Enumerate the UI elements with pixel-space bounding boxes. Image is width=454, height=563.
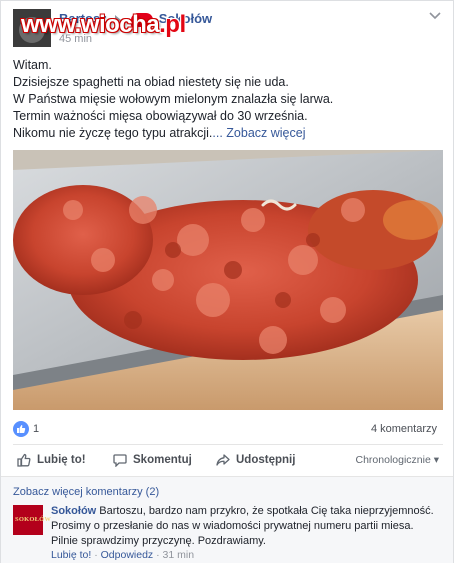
view-more-comments-link[interactable]: Zobacz więcej komentarzy (2) [13,486,159,498]
comment-message: Bartoszu, bardzo nam przykro, że spotkał… [51,505,434,547]
post-line: Witam. [13,58,52,72]
post-photo[interactable] [13,150,443,410]
post-line: W Państwa mięsie wołowym mielonym znalaz… [13,92,334,106]
sort-dropdown[interactable]: Chronologicznie ▾ [356,454,440,466]
divider [13,444,443,445]
comment-time[interactable]: 31 min [163,549,195,561]
see-more-link[interactable]: ... Zobacz więcej [212,126,305,140]
chevron-down-icon[interactable] [429,11,441,23]
comment-label: Skomentuj [133,454,192,466]
comment-like-link[interactable]: Lubię to! [51,549,91,561]
post-line: Nikomu nie życzę tego typu atrakcji.... … [13,126,306,140]
brand-logo: SOKOŁÓW [15,516,52,523]
caret-down-icon: ▾ [433,454,439,466]
share-button[interactable]: Udostępnij [216,453,295,467]
comment-meta: Lubię to! · Odpowiedz · 31 min [51,549,195,561]
comment-text: Sokołów Bartoszu, bardzo nam przykro, że… [51,504,439,549]
thumbs-up-icon [17,453,31,467]
post-card: Bartosz Sokołów 45 min www.wiocha.pl Wita… [0,0,454,563]
post-line: Dzisiejsze spaghetti na obiad niestety s… [13,75,289,89]
comment-icon [113,454,127,467]
post-line: Termin ważności mięsa obowiązywał do 30 … [13,109,308,123]
thumbs-up-icon[interactable] [13,421,29,437]
like-label: Lubię to! [37,454,86,466]
comments-count[interactable]: 4 komentarzy [371,423,437,435]
comments-section: Zobacz więcej komentarzy (2) SOKOŁÓW Sok… [1,476,453,563]
likes-count[interactable]: 1 [33,423,39,435]
comment-button[interactable]: Skomentuj [113,453,192,467]
watermark-logo: www.wiocha.pl [21,11,186,38]
post-actions: Lubię to! Skomentuj Udostępnij Chronolog… [13,449,443,473]
reaction-stats: 1 4 komentarzy [13,421,443,439]
comment-author[interactable]: Sokołów [51,505,96,517]
comment-avatar[interactable]: SOKOŁÓW [13,505,51,535]
share-label: Udostępnij [236,454,296,466]
share-icon [216,454,230,466]
post-text: Witam. Dzisiejsze spaghetti na obiad nie… [13,57,443,142]
like-button[interactable]: Lubię to! [17,453,86,467]
comment-reply-link[interactable]: Odpowiedz [101,549,154,561]
